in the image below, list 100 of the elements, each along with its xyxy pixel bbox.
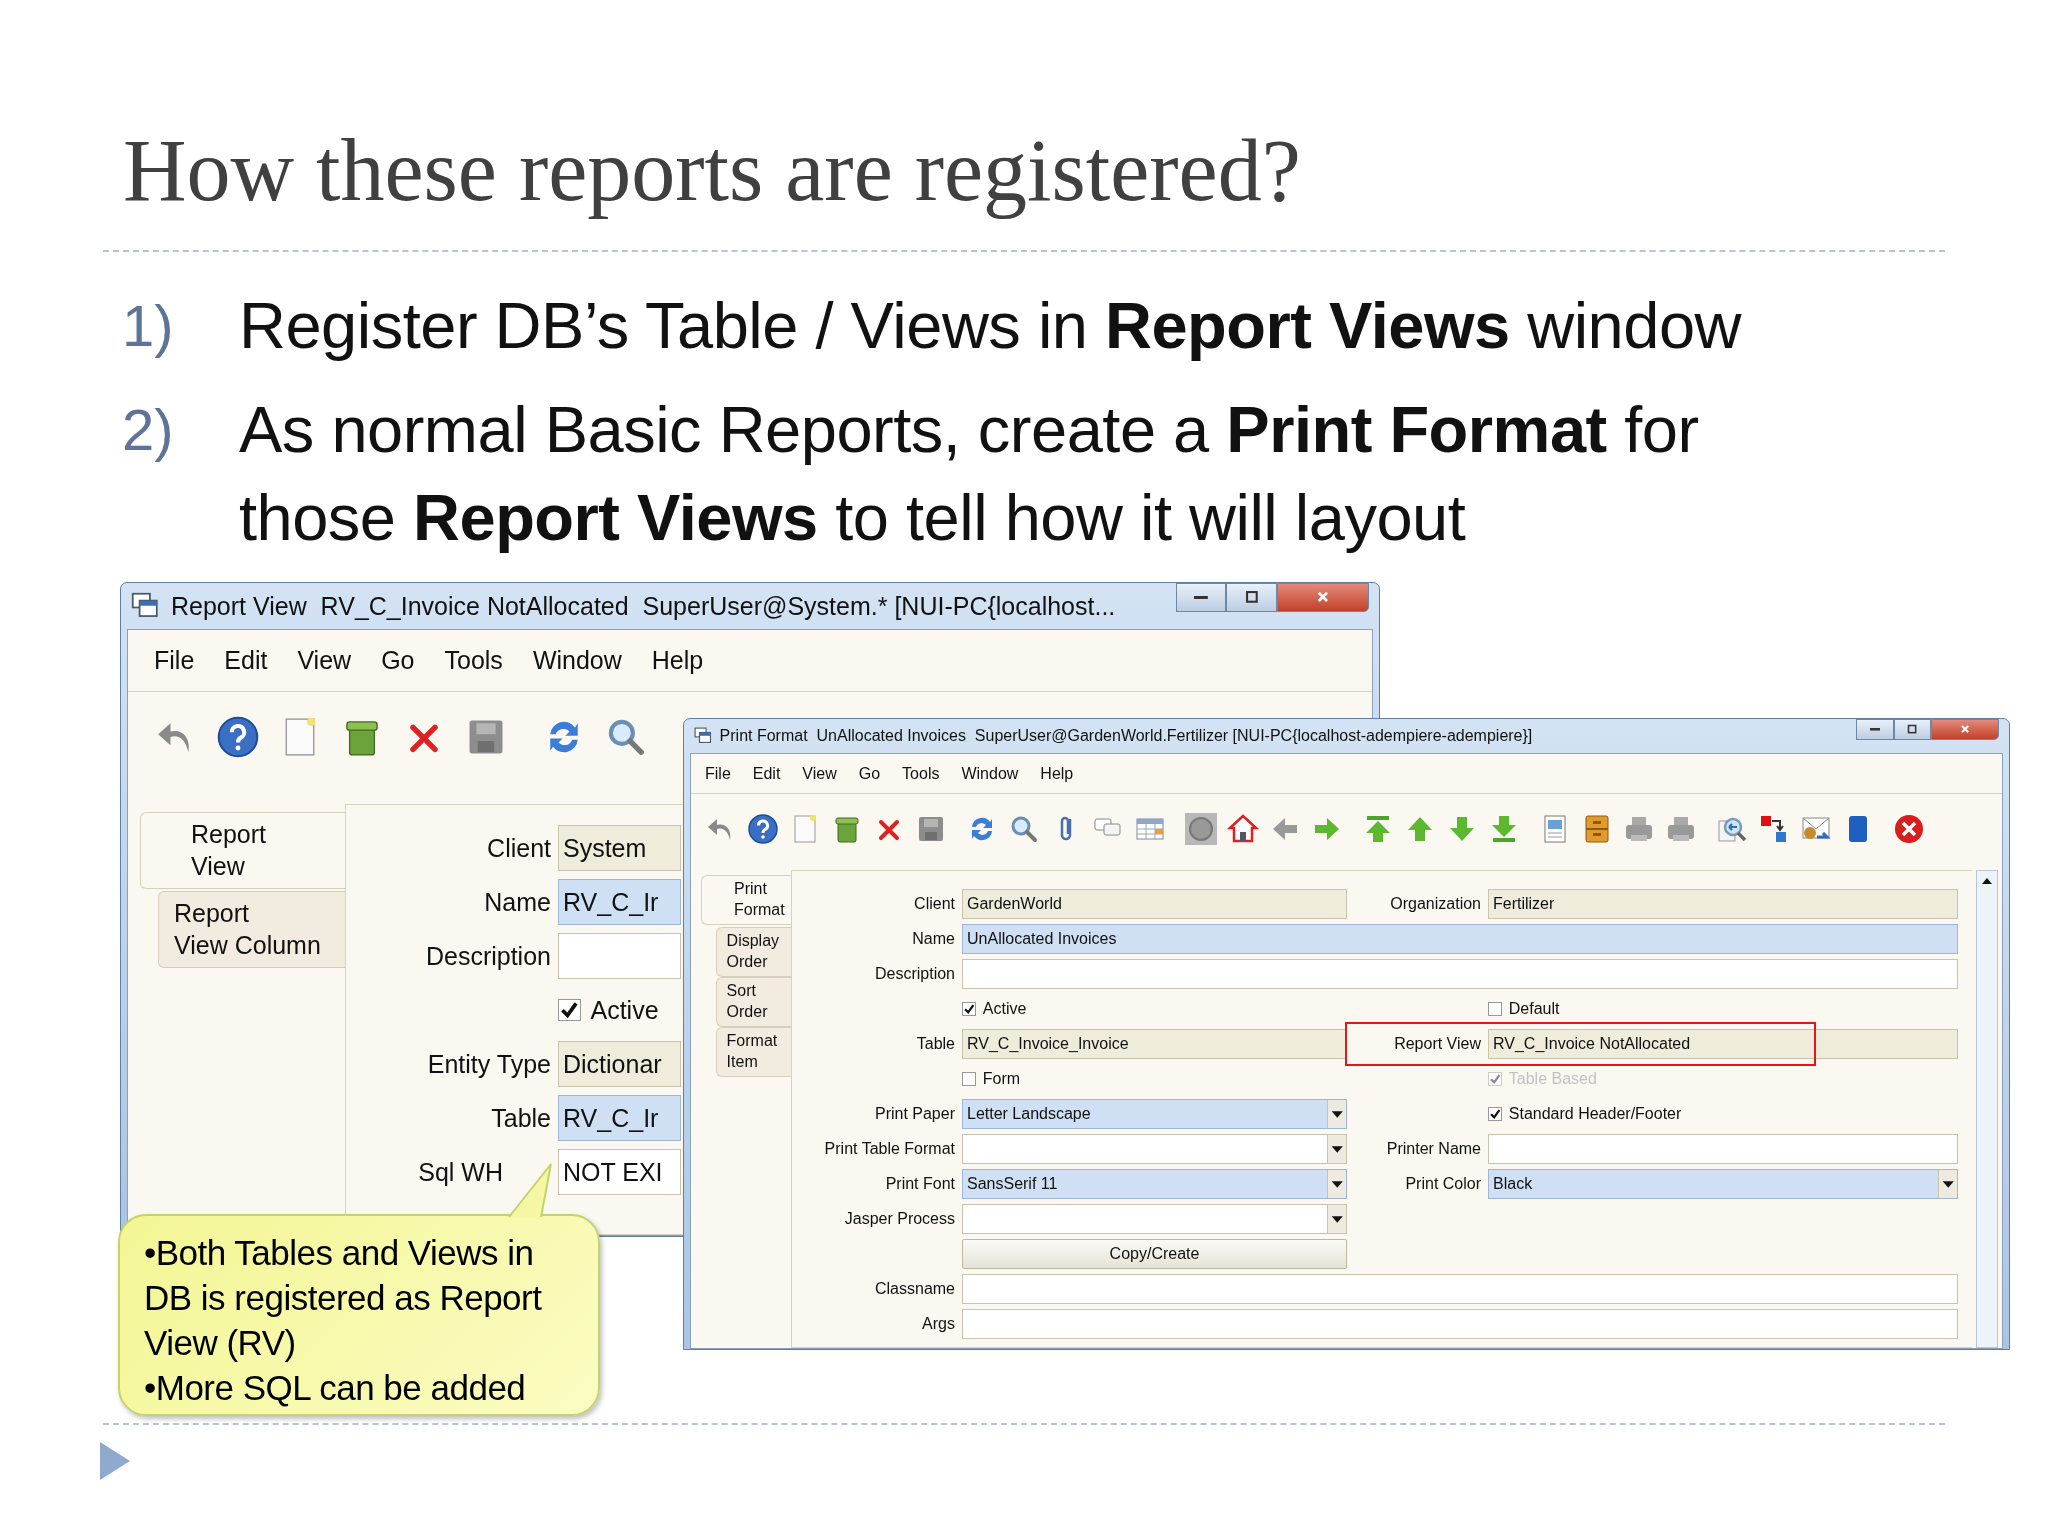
tab[interactable]: Report View Column [158, 890, 345, 968]
text-field[interactable] [962, 1274, 1958, 1304]
window-title: Report View RV_C_Invoice NotAllocated SuperUser@System.* [NUI-PC{localhost... [171, 591, 1117, 621]
text-field[interactable]: NOT EXI [558, 1149, 681, 1195]
help-icon[interactable] [216, 715, 260, 759]
menu-item[interactable]: Edit [752, 764, 781, 783]
field-label: Description [874, 965, 955, 983]
list-text: As normal Basic Reports, create a Print Format for those Report Views to tell how it will layout [239, 391, 1700, 556]
menu-item[interactable]: Edit [224, 646, 268, 675]
text-field[interactable] [962, 1309, 1958, 1339]
window-title: Print Format UnAllocated Invoices SuperUser@GardenWorld.Fertilizer [NUI-PC{localhost-adempiere-adempiere}] [719, 727, 1534, 745]
checkbox-label: Standard Header/Footer [1508, 1105, 1682, 1123]
tab[interactable]: Display Order [716, 926, 791, 977]
checkbox[interactable] [1488, 1106, 1503, 1122]
field-label: Client [487, 833, 551, 863]
tab[interactable]: Print Format [701, 874, 791, 925]
list-number: 2) [122, 395, 175, 464]
field-label: Name [912, 930, 955, 948]
field-label: Print Font [885, 1175, 955, 1193]
close-icon [1959, 724, 1971, 735]
menu-item[interactable]: Window [532, 646, 622, 675]
menu-item[interactable]: View [802, 764, 837, 783]
checkbox-label: Table Based [1508, 1070, 1597, 1088]
text-field[interactable] [1488, 1134, 1958, 1164]
dropdown[interactable]: SansSerif 11 [962, 1169, 1347, 1199]
text-field[interactable]: RV_C_Invoice_Invoice [962, 1029, 1347, 1059]
text-field[interactable]: Dictionar [558, 1041, 681, 1087]
menu-item[interactable]: Go [858, 764, 881, 783]
tab[interactable]: Format Item [716, 1026, 791, 1077]
checkbox[interactable] [1488, 1001, 1503, 1017]
text-field[interactable]: RV_C_Ir [558, 879, 681, 925]
checkbox-label: Form [982, 1070, 1021, 1088]
checkbox[interactable] [962, 1071, 977, 1087]
text-field[interactable]: Fertilizer [1488, 889, 1958, 919]
field-label: Jasper Process [844, 1210, 955, 1228]
caret-icon[interactable] [1937, 1170, 1957, 1198]
field-label: Name [484, 887, 551, 917]
scrollbar[interactable] [1976, 870, 1998, 1348]
menu-item[interactable]: Go [381, 646, 415, 675]
minimize-button[interactable] [1856, 719, 1894, 741]
checkbox[interactable] [558, 998, 581, 1022]
field-label: Printer Name [1386, 1140, 1481, 1158]
text-field[interactable]: System [558, 825, 681, 871]
tab[interactable]: Sort Order [716, 976, 791, 1027]
callout-text: •Both Tables and Views in DB is registered as Report View (RV) [144, 1232, 543, 1364]
field-label: Entity Type [427, 1049, 551, 1079]
field-label: Sql WH [418, 1157, 503, 1187]
field-label: Print Color [1405, 1175, 1481, 1193]
caret-icon[interactable] [1326, 1205, 1346, 1233]
field-label: Table [491, 1103, 551, 1133]
dropdown[interactable]: Letter Landscape [962, 1099, 1347, 1129]
maximize-icon [1244, 590, 1259, 605]
menu-item[interactable]: File [705, 764, 731, 783]
menu-item[interactable]: Tools [444, 646, 503, 675]
maximize-button[interactable] [1893, 719, 1931, 741]
field-label: Description [425, 941, 551, 971]
close-icon [1316, 590, 1330, 605]
callout-text: •More SQL can be added [144, 1367, 527, 1409]
slide-title: How these reports are registered? [123, 121, 1301, 221]
window-icon [131, 592, 159, 620]
text-field[interactable]: UnAllocated Invoices [962, 924, 1958, 954]
maximize-button[interactable] [1226, 583, 1277, 612]
text-field[interactable] [558, 933, 681, 979]
minimize-icon [1869, 728, 1880, 731]
checkbox-label: Active [982, 1000, 1027, 1018]
menu-item[interactable]: Help [1040, 764, 1074, 783]
menu-item[interactable]: Help [651, 646, 704, 675]
menu-item[interactable]: File [154, 646, 195, 675]
field-label: Organization [1390, 895, 1481, 913]
tab[interactable]: Report View [140, 811, 345, 889]
minimize-icon [1194, 595, 1208, 599]
help-icon[interactable] [747, 813, 779, 845]
text-field[interactable]: RV_C_Invoice NotAllocated [1488, 1029, 1958, 1059]
checkbox-label: Default [1508, 1000, 1560, 1018]
checkbox-label: Active [590, 995, 659, 1025]
caret-icon[interactable] [1326, 1100, 1346, 1128]
triangle-icon [100, 1442, 130, 1480]
menu-item[interactable]: Tools [902, 764, 940, 783]
home-icon[interactable] [1227, 813, 1259, 845]
close-icon[interactable] [1893, 813, 1925, 845]
list-text: Register DB’s Table / Views in Report Views window [239, 287, 1741, 364]
window-icon [694, 727, 712, 745]
field-label: Print Paper [874, 1105, 955, 1123]
maximize-icon [1907, 724, 1918, 735]
list-number: 1) [122, 291, 175, 360]
menu-item[interactable]: View [297, 646, 352, 675]
text-field[interactable]: GardenWorld [962, 889, 1347, 919]
caret-icon[interactable] [1326, 1170, 1346, 1198]
caret-icon[interactable] [1326, 1135, 1346, 1163]
close-button[interactable] [1931, 719, 1999, 741]
field-label: Client [914, 895, 955, 913]
text-field[interactable] [962, 959, 1958, 989]
field-label: Classname [874, 1280, 955, 1298]
copy-create-button[interactable]: Copy/Create [962, 1239, 1347, 1269]
text-field[interactable]: RV_C_Ir [558, 1095, 681, 1141]
minimize-button[interactable] [1175, 583, 1227, 612]
menu-item[interactable]: Window [961, 764, 1019, 783]
checkbox[interactable] [962, 1001, 977, 1017]
dropdown[interactable]: Black [1488, 1169, 1958, 1199]
field-label: Print Table Format [824, 1140, 955, 1158]
